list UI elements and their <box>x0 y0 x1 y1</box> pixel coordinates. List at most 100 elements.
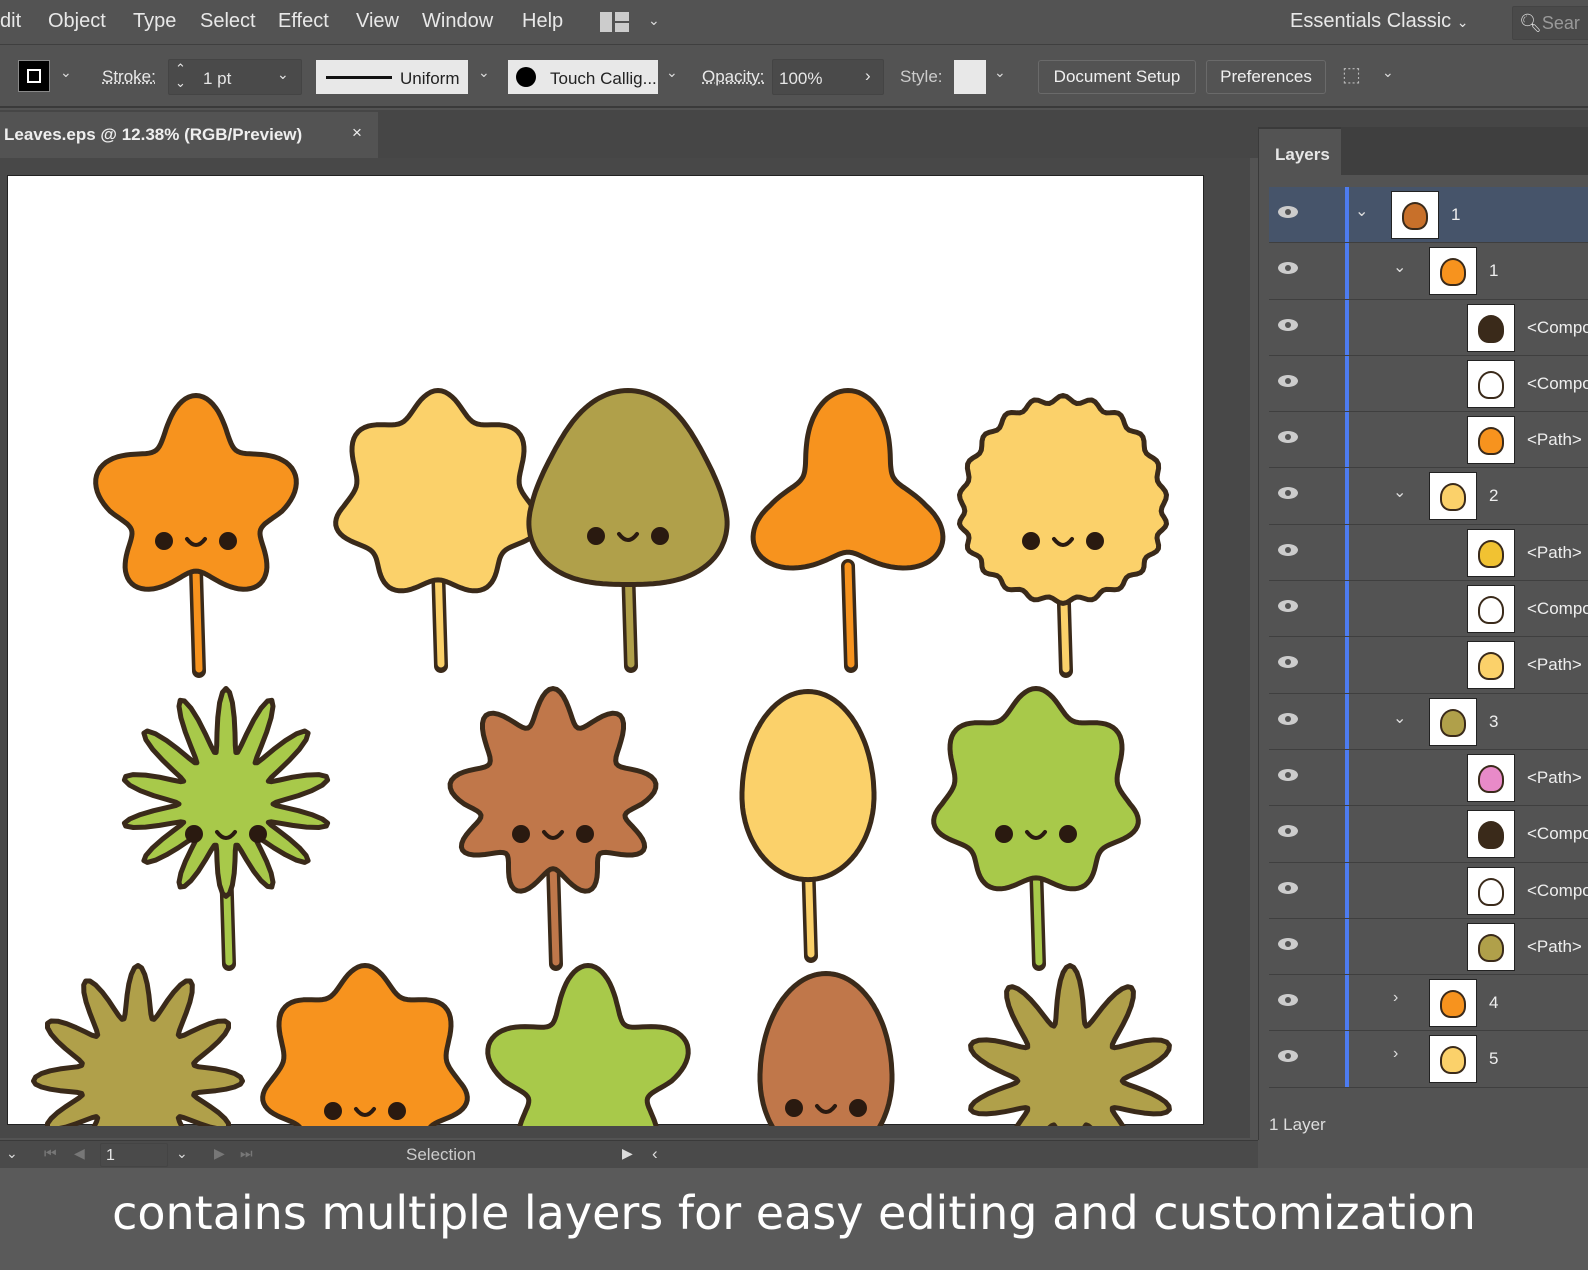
chevron-down-icon[interactable]: ⌄ <box>176 1145 188 1162</box>
layer-color-bar <box>1345 299 1349 355</box>
artboard-number-input[interactable]: 1 <box>100 1143 168 1167</box>
first-artboard-icon[interactable]: ⏮ <box>44 1145 57 1162</box>
menu-help[interactable]: Help <box>522 10 563 33</box>
layer-row[interactable]: <Path> <box>1269 918 1588 976</box>
preferences-button[interactable]: Preferences <box>1206 60 1326 94</box>
visibility-eye-icon[interactable] <box>1277 543 1299 557</box>
stroke-weight-stepper[interactable]: ⌃ ⌄ 1 pt ⌄ <box>168 59 302 95</box>
layer-row[interactable]: ⌄ 3 <box>1269 693 1588 750</box>
layer-row[interactable]: ⌄ 1 <box>1269 243 1588 300</box>
visibility-eye-icon[interactable] <box>1277 1049 1299 1063</box>
last-artboard-icon[interactable]: ⏭ <box>240 1145 253 1162</box>
chevron-down-icon[interactable]: ⌄ <box>1382 64 1394 81</box>
status-menu-icon[interactable]: ▶ <box>622 1145 633 1162</box>
visibility-eye-icon[interactable] <box>1277 881 1299 895</box>
layer-row[interactable]: <Path> <box>1269 524 1588 582</box>
workspace-switcher[interactable]: Essentials Classic ⌄ <box>1290 10 1468 33</box>
chevron-down-icon[interactable]: ⌄ <box>1393 257 1406 277</box>
visibility-eye-icon[interactable] <box>1277 712 1299 726</box>
document-tab[interactable]: Leaves.eps @ 12.38% (RGB/Preview) × <box>0 112 378 158</box>
scroll-left-icon[interactable]: ‹ <box>652 1144 658 1164</box>
opacity-input[interactable]: 100% › <box>772 59 884 95</box>
layer-row[interactable]: <Path> <box>1269 749 1588 807</box>
document-setup-button[interactable]: Document Setup <box>1038 60 1196 94</box>
search-input[interactable]: 🔍︎Sear <box>1512 6 1588 40</box>
visibility-eye-icon[interactable] <box>1277 318 1299 332</box>
menu-dit[interactable]: dit <box>0 10 21 33</box>
opacity-label[interactable]: Opacity: <box>702 67 764 87</box>
chevron-down-icon[interactable]: ⌄ <box>994 64 1006 81</box>
chevron-down-icon[interactable]: ⌄ <box>1393 482 1406 502</box>
visibility-eye-icon[interactable] <box>1277 993 1299 1007</box>
variable-width-profile[interactable]: Uniform <box>316 60 468 94</box>
leaf[interactable] <box>750 388 946 673</box>
menu-effect[interactable]: Effect <box>278 10 329 33</box>
chevron-down-icon[interactable]: ⌄ <box>648 12 660 29</box>
chevron-down-icon[interactable]: ⌄ <box>478 64 490 81</box>
visibility-eye-icon[interactable] <box>1277 374 1299 388</box>
layer-thumbnail <box>1467 810 1515 859</box>
arrange-documents-icon[interactable]: ⬚ <box>1342 62 1361 87</box>
visibility-eye-icon[interactable] <box>1277 486 1299 500</box>
layer-row[interactable]: ⌄ 2 <box>1269 468 1588 525</box>
menu-select[interactable]: Select <box>200 10 256 33</box>
visibility-eye-icon[interactable] <box>1277 655 1299 669</box>
close-icon[interactable]: × <box>352 123 362 143</box>
visibility-eye-icon[interactable] <box>1277 205 1299 219</box>
stroke-color-swatch[interactable] <box>18 60 50 92</box>
brush-definition[interactable]: Touch Callig... <box>508 60 658 94</box>
chevron-down-icon[interactable]: ⌄ <box>1393 708 1406 728</box>
visibility-eye-icon[interactable] <box>1277 599 1299 613</box>
visibility-eye-icon[interactable] <box>1277 824 1299 838</box>
chevron-right-icon[interactable]: › <box>1393 989 1398 1007</box>
layer-name: <Compo <box>1527 373 1588 393</box>
leaf[interactable] <box>931 686 1141 971</box>
leaf[interactable] <box>957 393 1169 678</box>
layer-row[interactable]: › 4 <box>1269 975 1588 1032</box>
graphic-style-swatch[interactable] <box>954 60 986 94</box>
layer-row[interactable]: <Compo <box>1269 862 1588 919</box>
chevron-down-icon[interactable]: ⌄ <box>1355 201 1368 221</box>
leaf[interactable] <box>526 388 730 673</box>
layer-row[interactable]: <Compo <box>1269 355 1588 413</box>
stroke-label[interactable]: Stroke: <box>102 67 156 87</box>
chevron-down-icon[interactable]: ⌄ <box>666 64 678 81</box>
menu-window[interactable]: Window <box>422 10 493 33</box>
leaf[interactable] <box>447 686 659 971</box>
menu-object[interactable]: Object <box>48 10 106 33</box>
previous-artboard-icon[interactable]: ◀ <box>74 1145 85 1162</box>
layer-row[interactable]: <Path> <box>1269 637 1588 694</box>
layer-row[interactable]: › 5 <box>1269 1031 1588 1088</box>
visibility-eye-icon[interactable] <box>1277 261 1299 275</box>
layer-row[interactable]: <Path> <box>1269 412 1588 469</box>
menu-view[interactable]: View <box>356 10 399 33</box>
layer-row[interactable]: <Compo <box>1269 299 1588 356</box>
visibility-eye-icon[interactable] <box>1277 430 1299 444</box>
tab-layers[interactable]: Layers <box>1259 127 1341 175</box>
visibility-eye-icon[interactable] <box>1277 937 1299 951</box>
layer-thumbnail <box>1467 528 1515 577</box>
visibility-eye-icon[interactable] <box>1277 768 1299 782</box>
leaf[interactable] <box>31 963 245 1248</box>
leaf[interactable] <box>485 963 691 1248</box>
chevron-right-icon[interactable]: › <box>1393 1045 1398 1063</box>
menu-type[interactable]: Type <box>133 10 176 33</box>
layer-row[interactable]: <Compo <box>1269 806 1588 863</box>
leaf[interactable] <box>260 963 470 1248</box>
chevron-down-icon[interactable]: ⌄ <box>60 64 72 81</box>
leaf[interactable] <box>333 388 543 673</box>
leaf[interactable] <box>757 971 895 1245</box>
next-artboard-icon[interactable]: ▶ <box>214 1145 225 1162</box>
workspace-layout-icon[interactable] <box>600 12 630 32</box>
artboard[interactable] <box>7 175 1204 1248</box>
leaf[interactable] <box>93 393 299 678</box>
layer-row[interactable]: <Compo <box>1269 581 1588 638</box>
leaf[interactable] <box>968 963 1172 1248</box>
layer-thumbnail <box>1467 866 1515 915</box>
layer-row[interactable]: ⌄ 1 <box>1269 187 1588 244</box>
layer-thumbnail <box>1429 472 1477 521</box>
leaf[interactable] <box>121 686 331 971</box>
chevron-down-icon[interactable]: ⌄ <box>6 1145 18 1162</box>
layer-color-bar <box>1345 749 1349 806</box>
leaf[interactable] <box>739 689 877 963</box>
